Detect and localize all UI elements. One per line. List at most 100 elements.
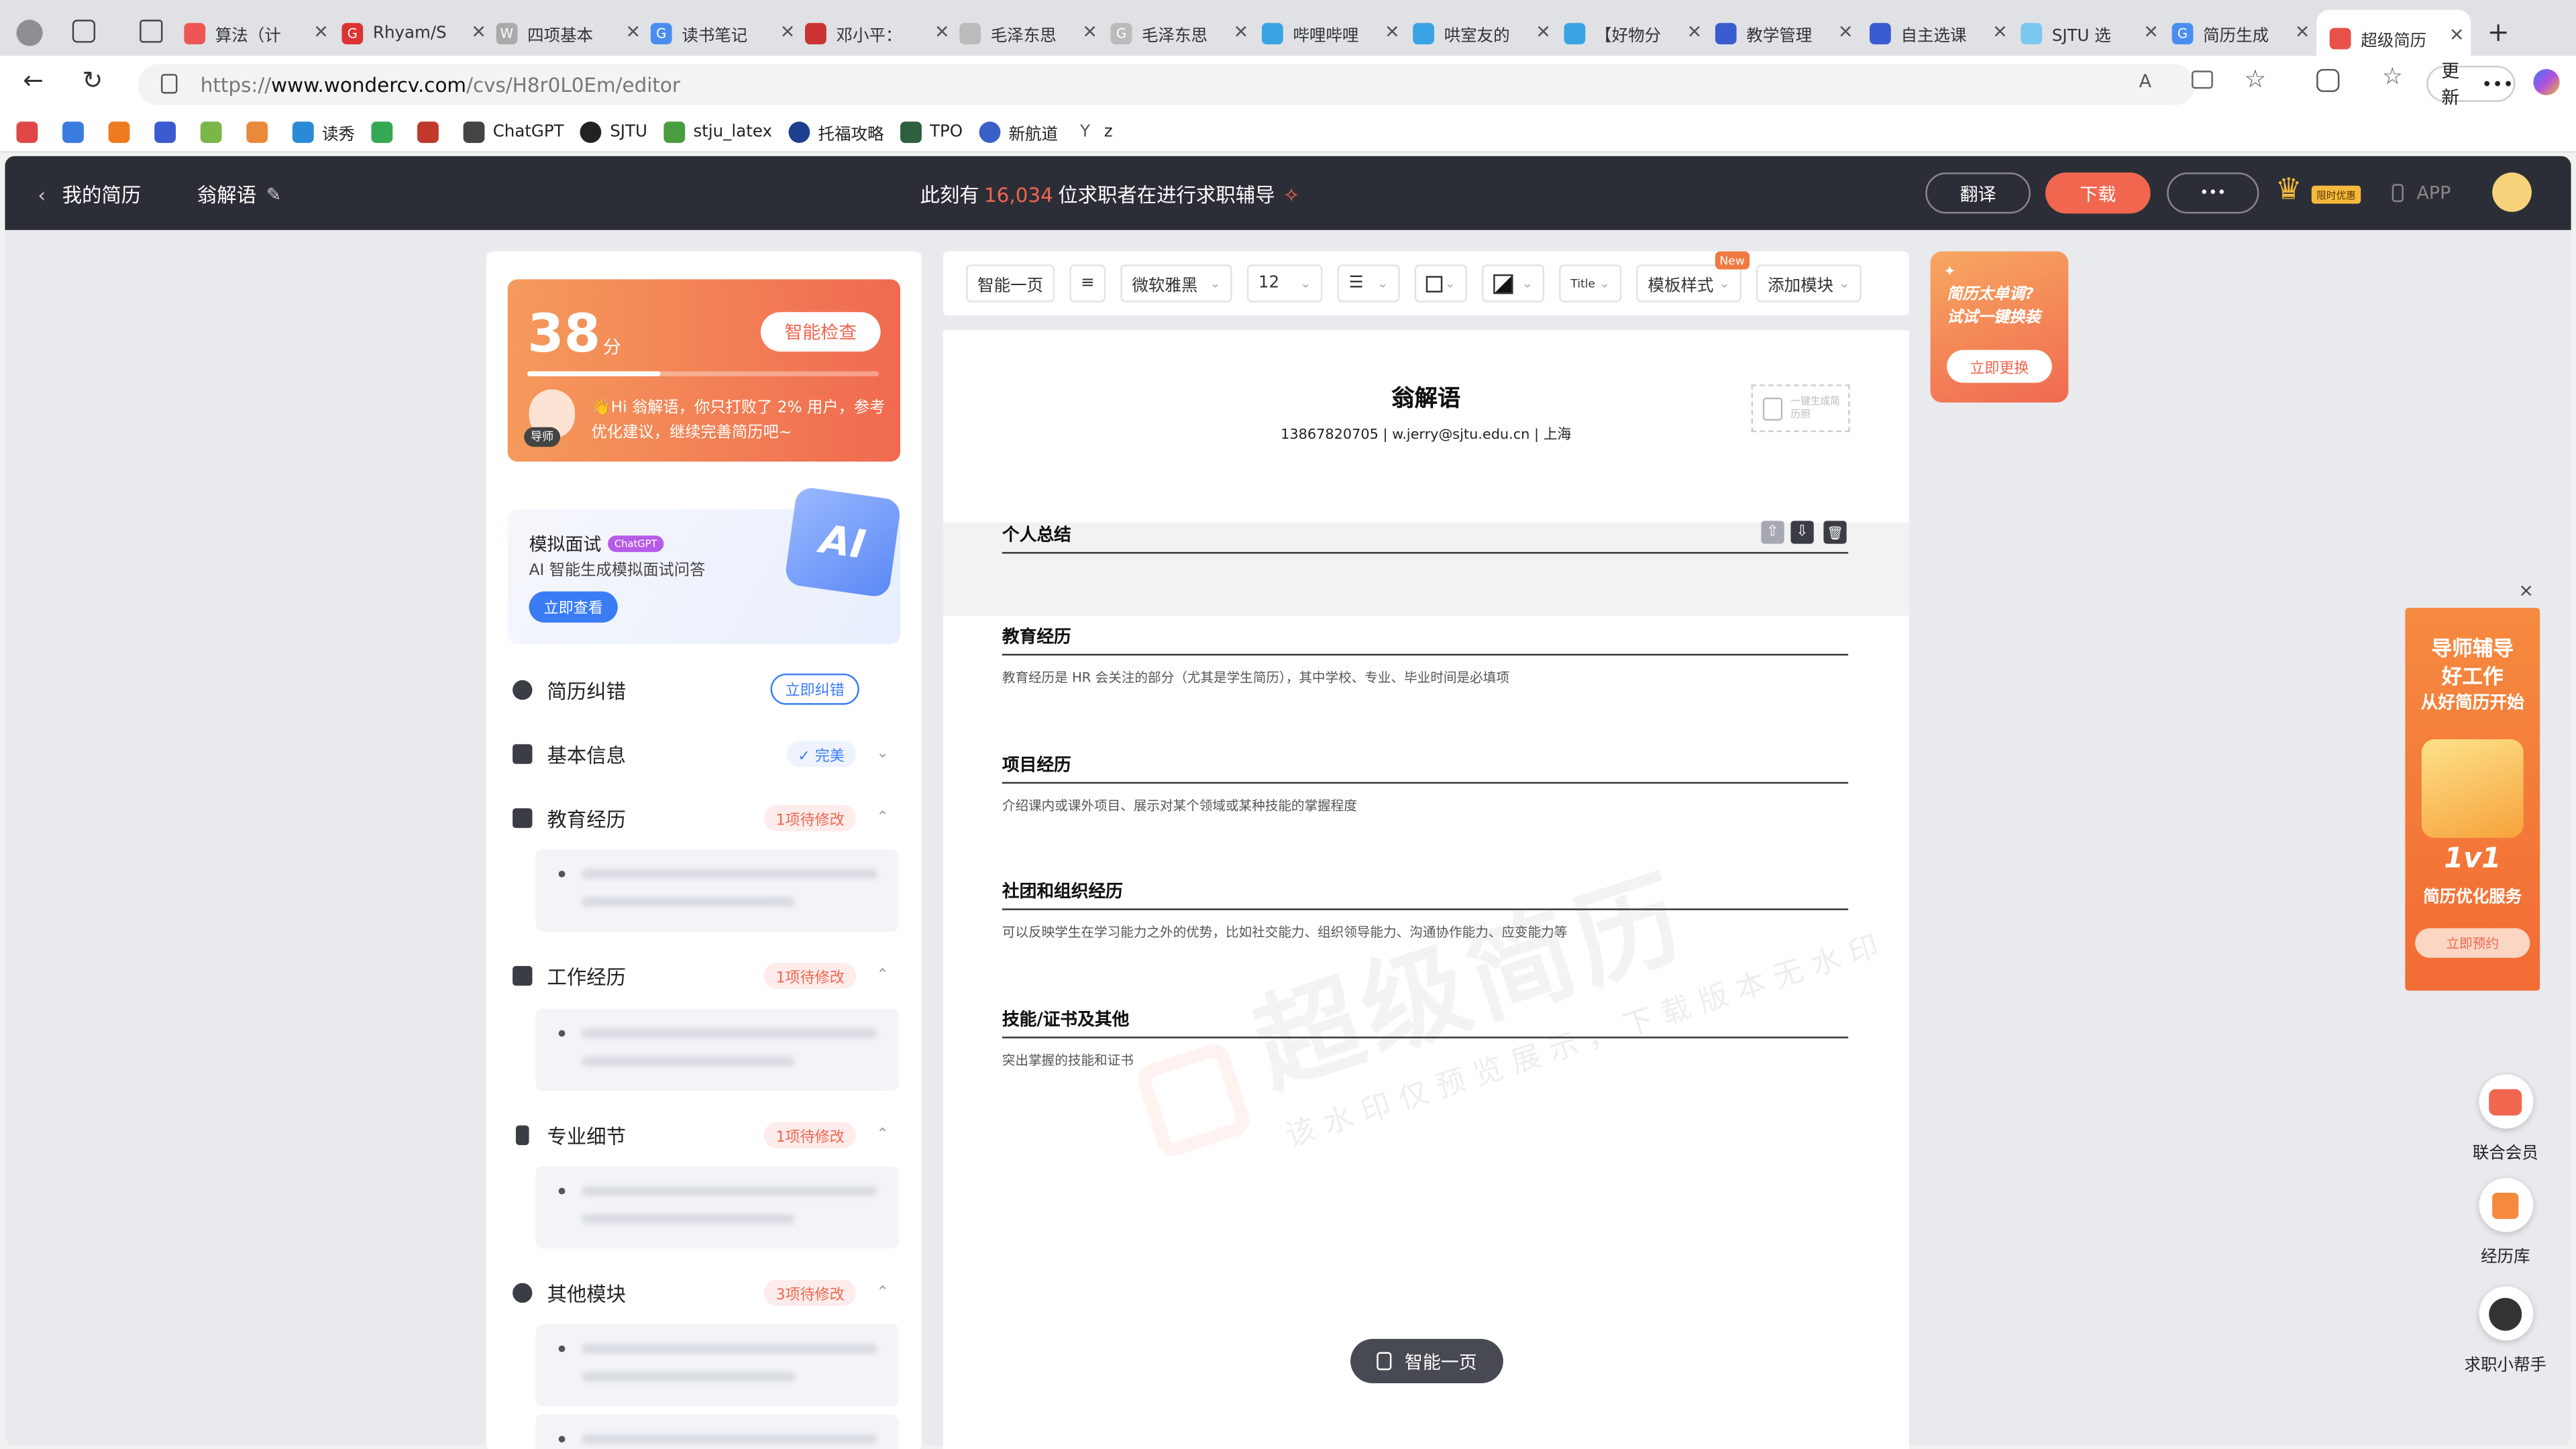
sort-icon[interactable]: ≡ [1069,264,1106,303]
translate-button[interactable]: 翻译 [1925,172,2031,214]
move-up-icon[interactable]: ⇧ [1761,521,1784,544]
joint-membership-button[interactable]: 联合会员 [2456,1074,2555,1163]
address-bar[interactable]: https://www.wondercv.com/cvs/H8r0L0Em/ed… [138,64,2195,105]
chevron-up-icon[interactable]: ⌃ [876,810,888,826]
close-tab-icon[interactable]: ✕ [1536,21,1551,43]
restyle-now-button[interactable]: 立即更换 [1947,350,2052,383]
delete-trash-icon[interactable]: 🗑 [1823,521,1847,544]
line-spacing-select[interactable]: ☰ ⌄ [1337,264,1400,303]
education-section-desc[interactable]: 教育经历是 HR 会关注的部分（尤其是学生简历），其中学校、专业、毕业时间是必填… [1002,669,1509,687]
close-tab-icon[interactable]: ✕ [626,21,641,43]
bookmark-stju-latex[interactable]: stju_latex [663,121,772,142]
close-tab-icon[interactable]: ✕ [2295,21,2310,43]
book-now-button[interactable]: 立即预约 [2415,928,2530,958]
tab-13[interactable]: SJTU 选 ✕ [2021,11,2165,56]
extensions-icon[interactable] [2316,68,2340,93]
font-select[interactable]: 微软雅黑 ⌄ [1120,264,1232,303]
project-section-desc[interactable]: 介绍课内或课外项目、展示对某个领域或某种技能的掌握程度 [1002,797,1357,815]
tab-5[interactable]: 邓小平： ✕ [805,11,956,56]
close-tab-icon[interactable]: ✕ [934,21,950,43]
club-section-title[interactable]: 社团和组织经历 [1002,879,1849,910]
bookmark-icon-1[interactable] [16,121,46,142]
copilot-icon[interactable] [2533,68,2560,96]
update-button[interactable]: 更新 ••• [2426,61,2516,109]
module-education-row[interactable]: 教育经历 1项待修改 ⌃ [513,802,899,835]
tab-14[interactable]: G 简历生成 ✕ [2171,11,2317,56]
margin-select[interactable]: ⌄ [1414,264,1467,303]
project-section-title[interactable]: 项目经历 [1002,753,1849,784]
bookmark-icon-5[interactable] [200,121,230,142]
download-button[interactable]: 下载 [2045,172,2151,214]
ai-interview-card[interactable]: 模拟面试 ChatGPT AI 智能生成模拟面试问答 立即查看 AI [507,486,902,645]
bookmark-red-icon[interactable] [417,121,447,142]
education-section-title[interactable]: 教育经历 [1002,625,1849,656]
tab-4[interactable]: G 读书笔记 ✕ [650,11,802,56]
add-module-select[interactable]: 添加模块 ⌄ [1756,264,1862,303]
template-style-select[interactable]: 模板样式 ⌄ New [1636,251,1750,303]
user-avatar[interactable] [2492,172,2532,212]
new-tab-icon[interactable]: + [2487,16,2510,48]
chevron-up-icon[interactable]: ⌃ [876,967,888,983]
skills-section-title[interactable]: 技能/证书及其他 [1002,1007,1849,1038]
fix-now-button[interactable]: 立即纠错 [770,674,859,705]
close-tab-icon[interactable]: ✕ [1992,21,2008,43]
bookmark-icon-6[interactable] [246,121,276,142]
reload-icon[interactable]: ↻ [82,66,103,95]
close-tab-icon[interactable]: ✕ [2449,25,2465,46]
bookmark-icon-3[interactable] [108,121,138,142]
tab-6[interactable]: 毛泽东思 ✕ [959,11,1104,56]
ai-view-button[interactable]: 立即查看 [529,591,618,623]
vip-crown-button[interactable]: ♛ 限时优惠 [2275,169,2371,212]
move-down-icon[interactable]: ⇩ [1790,521,1814,544]
tab-7[interactable]: G 毛泽东思 ✕ [1110,11,1256,56]
chevron-down-icon[interactable]: ⌄ [876,746,888,762]
module-check-row[interactable]: 简历纠错 立即纠错 [513,674,899,706]
close-tab-icon[interactable]: ✕ [313,21,329,43]
module-work-row[interactable]: 工作经历 1项待修改 ⌃ [513,959,899,992]
tab-3[interactable]: W 四项基本 ✕ [496,11,647,56]
bookmark-icon-2[interactable] [62,121,92,142]
tab-10[interactable]: 【好物分 ✕ [1564,11,1709,56]
bookmark-duxiu[interactable]: 读秀 [292,119,355,144]
bookmark-z[interactable]: Yz [1074,121,1113,142]
close-tab-icon[interactable]: ✕ [471,21,486,43]
one-page-button[interactable]: 智能一页 [966,264,1055,303]
job-helper-button[interactable]: 求职小帮手 [2456,1286,2555,1375]
more-button[interactable]: ••• [2167,172,2259,214]
read-aloud-icon[interactable]: A [2139,70,2151,92]
close-tab-icon[interactable]: ✕ [780,21,796,43]
chevron-up-icon[interactable]: ⌃ [876,1127,888,1143]
close-tab-icon[interactable]: ✕ [1687,21,1703,43]
summary-section-title[interactable]: 个人总结 [1002,523,1849,554]
close-banner-icon[interactable]: × [2518,580,2534,601]
favorite-star-icon[interactable]: ☆ [2244,64,2266,94]
mentor-promo-banner[interactable]: 导师辅导 好工作 从好简历开始 1v1 简历优化服务 立即预约 [2405,608,2540,991]
workspaces-icon[interactable] [72,19,96,43]
close-tab-icon[interactable]: ✕ [1082,21,1097,43]
tab-9[interactable]: 哄室友的 ✕ [1413,11,1558,56]
back-arrow-icon[interactable]: ← [23,66,44,95]
module-other-row[interactable]: 其他模块 3项待修改 ⌃ [513,1277,899,1309]
resume-name-edit[interactable]: 翁解语 ✎ [197,180,281,209]
font-size-select[interactable]: 12 ⌄ [1246,264,1323,303]
bookmark-tpo[interactable]: TPO [900,121,963,142]
close-tab-icon[interactable]: ✕ [1385,21,1400,43]
title-style-select[interactable]: Title ⌄ [1559,264,1622,303]
profile-avatar[interactable] [16,19,43,46]
module-details-row[interactable]: 专业细节 1项待修改 ⌃ [513,1119,899,1152]
tab-11[interactable]: 教学管理 ✕ [1715,11,1860,56]
back-to-resumes-link[interactable]: ‹ 我的简历 [38,180,141,209]
bookmark-drive-icon[interactable] [371,121,400,142]
skills-section-desc[interactable]: 突出掌握的技能和证书 [1002,1051,1134,1069]
close-tab-icon[interactable]: ✕ [1838,21,1854,43]
club-section-desc[interactable]: 可以反映学生在学习能力之外的优势，比如社交能力、组织领导能力、沟通协作能力、应变… [1002,923,1567,941]
tab-2[interactable]: G Rhyam/S ✕ [341,11,492,56]
tab-1[interactable]: 算法（计 ✕ [184,11,335,56]
restyle-promo-card[interactable]: ✦ 简历太单调? 试试一键换装 立即更换 [1930,251,2069,403]
chevron-up-icon[interactable]: ⌃ [876,1285,888,1301]
smart-check-button[interactable]: 智能检查 [760,312,881,352]
bookmark-sjtu[interactable]: SJTU [580,121,647,142]
bookmark-chatgpt[interactable]: ChatGPT [463,121,564,142]
floating-one-page-button[interactable]: 智能一页 [1350,1338,1503,1384]
close-tab-icon[interactable]: ✕ [1234,21,1249,43]
